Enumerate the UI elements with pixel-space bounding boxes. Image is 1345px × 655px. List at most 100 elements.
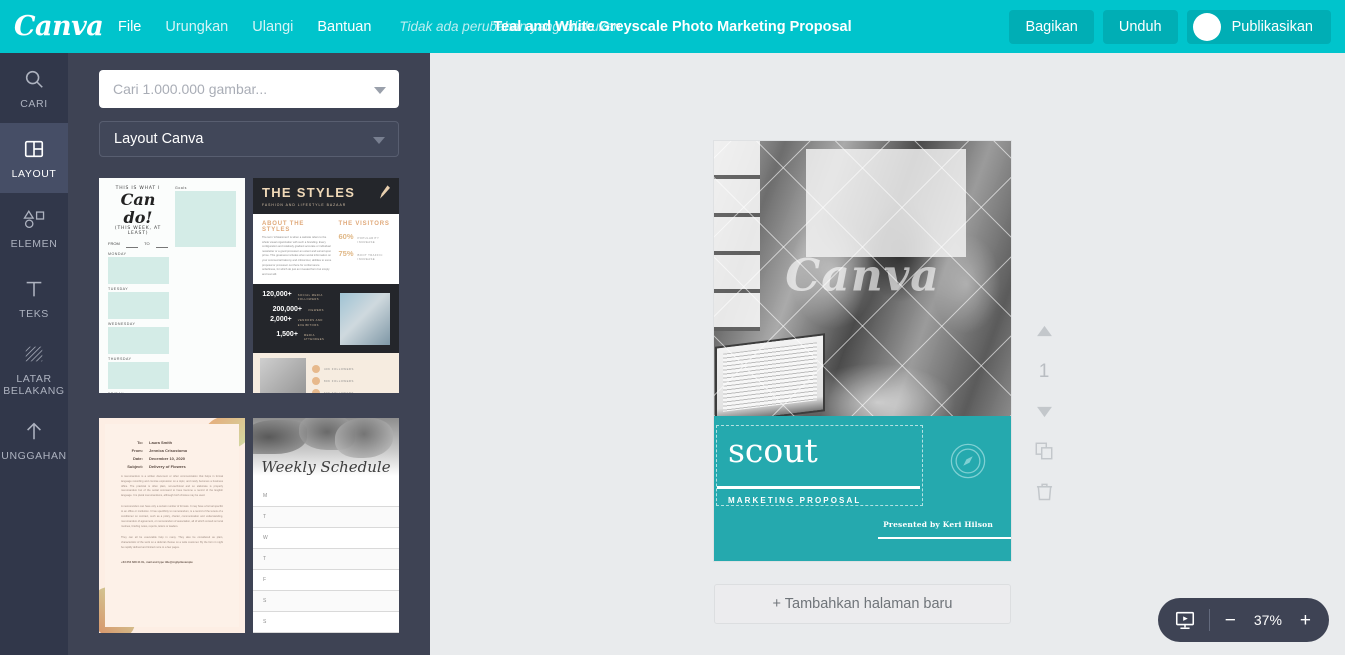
zoom-out-button[interactable]: − [1220, 608, 1241, 633]
canva-editor-window: Canva File Urungkan Ulangi Bantuan Tidak… [0, 0, 1345, 655]
layout-icon [23, 136, 45, 162]
publish-label: Publikasikan [1231, 18, 1313, 35]
menu-redo[interactable]: Ulangi [241, 13, 304, 41]
t1-from-label: FROM [108, 241, 120, 247]
publish-button[interactable]: Publikasikan [1186, 9, 1331, 44]
t2-visitor-label: BOOT TRAFFIC INCREASE [357, 253, 383, 261]
menu-help[interactable]: Bantuan [306, 13, 382, 41]
t3-field-label: Subject: [127, 463, 143, 469]
add-page-button[interactable]: + Tambahkan halaman baru [714, 584, 1011, 624]
present-screen-icon[interactable] [1171, 609, 1199, 631]
move-page-down-button[interactable] [1027, 391, 1061, 431]
t2-photo [260, 357, 306, 393]
sidebar-label-teks: TEKS [19, 307, 49, 320]
t1-day-label: MONDAY [108, 252, 127, 257]
t1-day-cell: TUESDAY [108, 287, 169, 320]
design-page[interactable]: Canva scout MARKETING PROPOSAL Presented… [714, 141, 1011, 561]
t2-stat-label: SOCIAL MEDIA FOLLOWERS [297, 294, 323, 302]
brand-name[interactable]: scout [728, 434, 818, 467]
search-input-wrapper[interactable] [99, 70, 399, 108]
zoom-level-label: 37% [1253, 612, 1282, 628]
hero-photo[interactable]: Canva [714, 141, 1011, 416]
zoom-toolbar: − 37% + [1157, 598, 1329, 642]
share-button[interactable]: Bagikan [1009, 9, 1094, 44]
divider-rule [717, 486, 920, 489]
page-number: 1 [1027, 351, 1061, 391]
t1-day-cell: MONDAY [108, 252, 169, 285]
move-page-up-button[interactable] [1027, 311, 1061, 351]
toolbar-divider [1208, 609, 1210, 631]
delete-page-button[interactable] [1027, 471, 1061, 511]
t2-stat-number: 120,000+ [262, 291, 292, 299]
menu-undo[interactable]: Urungkan [154, 13, 239, 41]
t4-row: T [253, 548, 399, 570]
t1-day-cell: THURSDAY [108, 357, 169, 390]
canva-watermark: Canva [785, 249, 940, 301]
zoom-in-button[interactable]: + [1295, 608, 1316, 633]
t4-row: F [253, 570, 399, 591]
t2-about-body: The term 'infotainment' is when a websit… [262, 236, 332, 276]
template-thumbnail[interactable]: To: Laura Smith From: Jennica Crisostomo D… [99, 417, 245, 633]
t4-row: S [253, 612, 399, 633]
t3-field-value: Laura Smith [149, 439, 173, 445]
sidebar-item-cari[interactable]: CARI [0, 53, 68, 123]
template-thumbnail[interactable]: THIS IS WHAT I Can do! (THIS WEEK, AT LE… [99, 178, 245, 393]
sidebar-item-layout[interactable]: LAYOUT [0, 123, 68, 193]
t1-day-label: THURSDAY [108, 357, 132, 362]
sidebar-label-latar-belakang: LATAR BELAKANG [3, 373, 65, 398]
sidebar-item-unggahan[interactable]: UNGGAHAN [0, 405, 68, 475]
t4-row: W [253, 528, 399, 549]
t4-row: T [253, 506, 399, 528]
top-bar: Canva File Urungkan Ulangi Bantuan Tidak… [0, 0, 1345, 53]
t2-stat-number: 200,000+ [272, 305, 302, 313]
t3-field-value: Jennica Crisostomo [149, 447, 188, 453]
t2-stat-label: VIEWERS [308, 308, 324, 312]
t2-heading: THE STYLES [262, 185, 356, 200]
t2-social-label: 40K FOLLOWERS [324, 366, 354, 371]
t2-visitor-label: POPULARITY INCREASE [357, 236, 380, 244]
tagline[interactable]: MARKETING PROPOSAL [728, 496, 861, 505]
chevron-down-icon[interactable] [374, 87, 386, 94]
duplicate-page-button[interactable] [1027, 431, 1061, 471]
search-icon [23, 66, 45, 92]
t2-subheading: FASHION AND LIFESTYLE BAZAAR [262, 203, 347, 207]
presented-by[interactable]: Presented by Keri Hilson [883, 520, 993, 529]
t3-field-label: Date: [132, 455, 143, 461]
t1-day-label: WEDNESDAY [108, 322, 136, 327]
t2-stat-label: MEDIA ATTENDEES [303, 334, 325, 342]
t2-stat-number: 1,500+ [276, 331, 298, 339]
menu-file[interactable]: File [107, 13, 152, 41]
layout-filter-select[interactable]: Layout Canva [99, 121, 399, 157]
search-input[interactable] [99, 81, 359, 97]
t1-day-cell: WEDNESDAY [108, 322, 169, 355]
t4-row: M [253, 486, 399, 507]
sidebar-item-latar-belakang[interactable]: LATAR BELAKANG [0, 333, 68, 405]
shapes-icon [21, 206, 47, 232]
t2-stat-number: 2,000+ [270, 316, 292, 324]
avatar [1192, 12, 1221, 41]
title-block[interactable]: scout MARKETING PROPOSAL Presented by Ke… [714, 416, 1011, 561]
t2-visitor-pct: 75% [338, 249, 354, 258]
compass-icon [950, 443, 986, 479]
presented-underline [878, 536, 1011, 539]
t1-goals-box [175, 191, 236, 247]
t3-signature: +63 254 628 41 8L, mail and type title@m… [121, 559, 193, 564]
upload-arrow-icon [23, 418, 45, 444]
download-button[interactable]: Unduh [1102, 9, 1178, 44]
left-rail: CARI LAYOUT ELEMEN TEKS LATAR BELAKANG U… [0, 53, 68, 655]
t1-to-label: TO [144, 241, 150, 247]
sidebar-item-elemen[interactable]: ELEMEN [0, 193, 68, 263]
t1-to-line [155, 241, 169, 249]
sidebar-item-teks[interactable]: TEKS [0, 263, 68, 333]
panel-controls: Layout Canva [68, 53, 430, 157]
canva-logo[interactable]: Canva [14, 13, 106, 40]
chevron-down-icon[interactable] [373, 137, 385, 144]
t2-stat-label: VENDORS AND EXHIBITORS [297, 319, 323, 327]
t3-field-value: Delivery of Flowers [149, 463, 186, 469]
t4-title: Weekly Schedule [261, 457, 391, 476]
t1-day-label: TUESDAY [108, 287, 129, 292]
t1-title-sub: (THIS WEEK, AT LEAST) [114, 226, 162, 237]
template-thumbnail[interactable]: THE STYLES FASHION AND LIFESTYLE BAZAAR … [253, 178, 399, 393]
t3-paragraph: They can all be executable help in many.… [121, 535, 223, 549]
template-thumbnail[interactable]: Weekly Schedule M T W T F S S [253, 417, 399, 633]
